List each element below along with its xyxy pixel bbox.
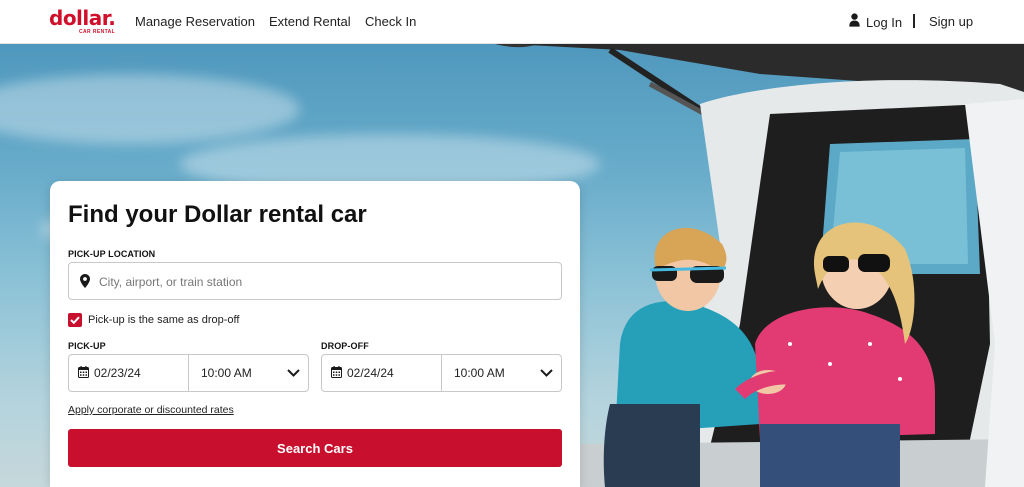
- search-cars-button[interactable]: Search Cars: [68, 429, 562, 467]
- nav-extend-rental[interactable]: Extend Rental: [269, 14, 351, 30]
- same-dropoff-checkbox[interactable]: [68, 313, 82, 327]
- dropoff-date-field[interactable]: 02/24/24: [322, 355, 442, 391]
- user-icon: [849, 12, 860, 32]
- header-divider: [913, 14, 915, 28]
- nav-check-in[interactable]: Check In: [365, 14, 416, 30]
- nav-manage-reservation[interactable]: Manage Reservation: [135, 14, 255, 30]
- pickup-time-value: 10:00 AM: [201, 366, 252, 380]
- pickup-location-input[interactable]: [99, 272, 539, 292]
- same-dropoff-label: Pick-up is the same as drop-off: [88, 314, 240, 326]
- same-dropoff-row[interactable]: Pick-up is the same as drop-off: [68, 312, 239, 328]
- calendar-icon: [331, 365, 342, 381]
- pickup-date-value: 02/23/24: [94, 366, 141, 380]
- dropoff-label: DROP-OFF: [321, 341, 369, 351]
- search-card: Find your Dollar rental car PICK-UP LOCA…: [50, 181, 580, 487]
- dropoff-time-select[interactable]: 10:00 AM: [442, 355, 561, 391]
- pickup-time-select[interactable]: 10:00 AM: [189, 355, 308, 391]
- signup-link[interactable]: Sign up: [929, 14, 973, 29]
- logo-subtext: CAR RENTAL: [79, 29, 116, 35]
- chevron-down-icon: [540, 366, 553, 380]
- pickup-date-field[interactable]: 02/23/24: [69, 355, 189, 391]
- dropoff-time-value: 10:00 AM: [454, 366, 505, 380]
- dropoff-datetime: 02/24/24 10:00 AM: [321, 354, 562, 392]
- discount-rates-link[interactable]: Apply corporate or discounted rates: [68, 404, 234, 416]
- page-title: Find your Dollar rental car: [68, 201, 367, 228]
- dollar-logo[interactable]: dollar. CAR RENTAL: [49, 6, 119, 38]
- logo-wordmark: dollar.: [49, 6, 116, 30]
- pickup-location-field[interactable]: [68, 262, 562, 300]
- chevron-down-icon: [287, 366, 300, 380]
- check-icon: [70, 311, 80, 329]
- site-header: dollar. CAR RENTAL Manage Reservation Ex…: [0, 0, 1024, 44]
- dropoff-date-value: 02/24/24: [347, 366, 394, 380]
- pickup-datetime: 02/23/24 10:00 AM: [68, 354, 309, 392]
- login-label: Log In: [866, 14, 903, 30]
- calendar-icon: [78, 365, 89, 381]
- pickup-location-label: PICK-UP LOCATION: [68, 249, 156, 259]
- pickup-label: PICK-UP: [68, 341, 106, 351]
- login-link[interactable]: Log In: [849, 12, 903, 32]
- map-pin-icon: [80, 274, 90, 293]
